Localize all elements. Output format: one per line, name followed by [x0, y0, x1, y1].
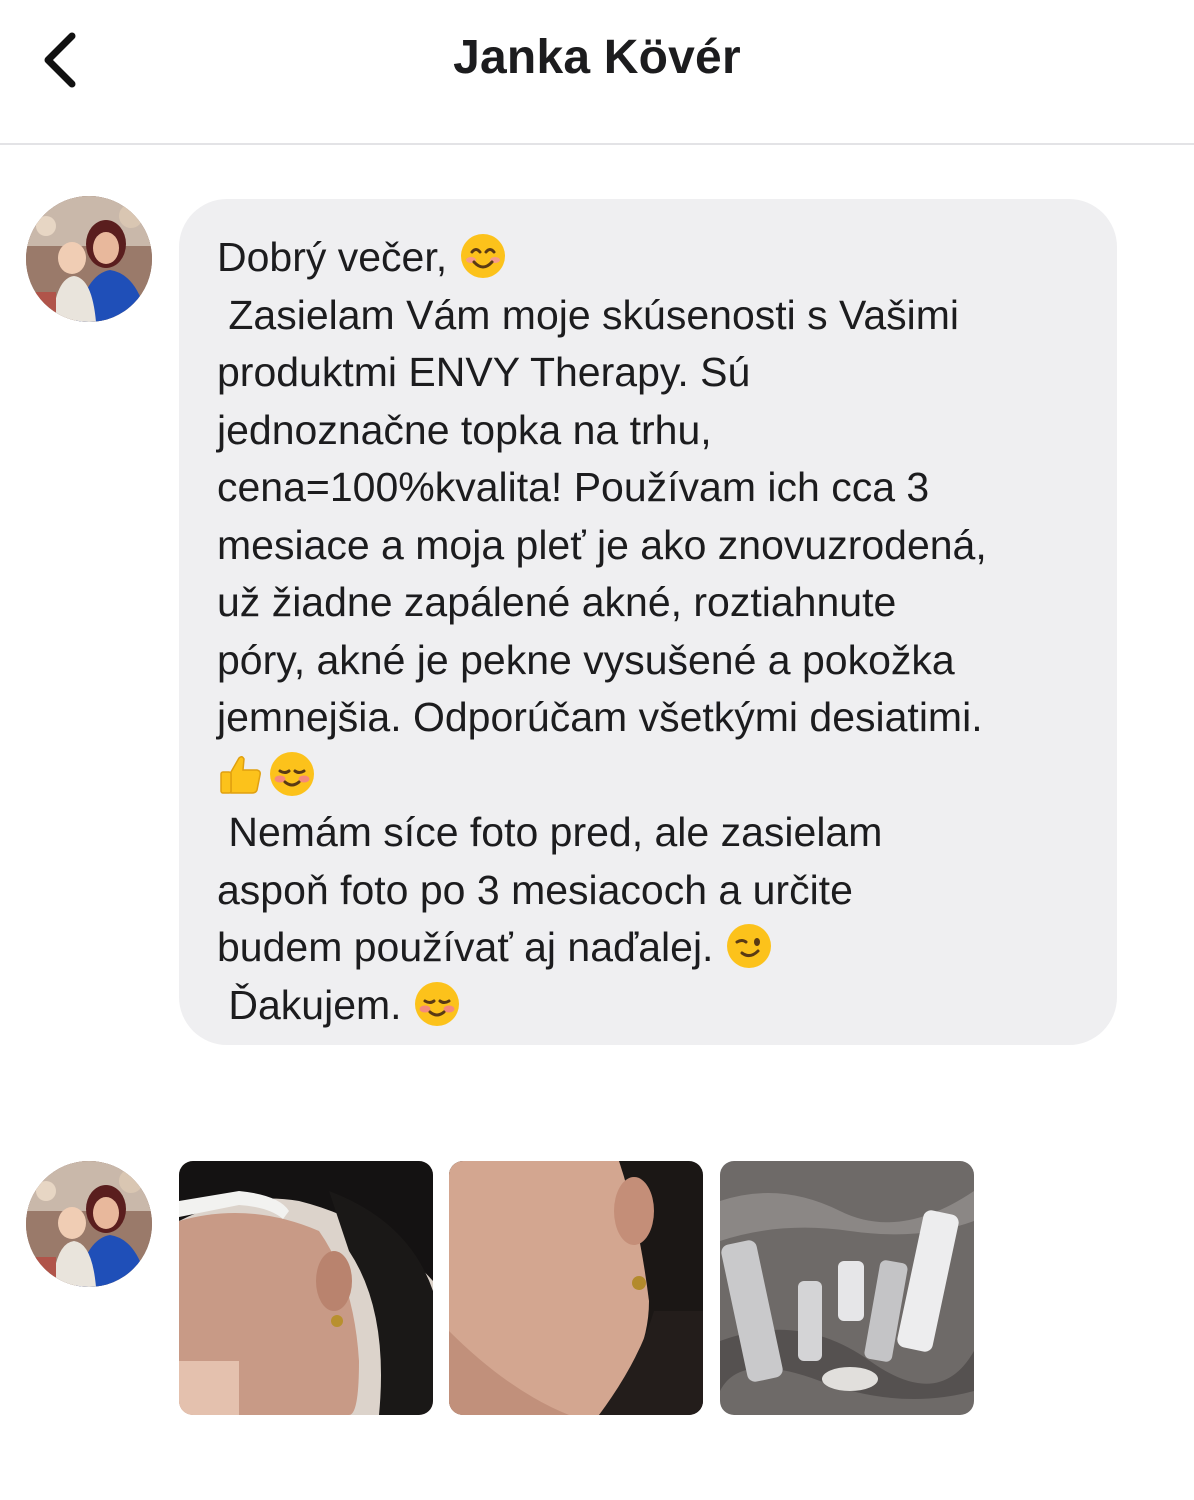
message-line: cena=100%kvalita! Používam ich cca 3 [217, 464, 930, 510]
blushing-face-icon [413, 980, 461, 1028]
message-line: Zasielam Vám moje skúsenosti s Vašimi [217, 291, 960, 338]
message-line: budem používať aj naďalej. [217, 919, 1087, 977]
message-line: Dobrý večer, [217, 229, 1087, 287]
message-line: jednoznačne topka na trhu, [217, 406, 712, 453]
avatar[interactable] [26, 1161, 152, 1287]
message-line: produktmi ENVY Therapy. Sú [217, 349, 751, 395]
message-bubble[interactable]: Dobrý večer, Zasielam Vám moje skúsenost… [179, 199, 1117, 1045]
products-photo [720, 1161, 974, 1415]
message-line: Ďakujem. [217, 977, 1087, 1035]
message-line: mesiace a moja pleť je ako znovuzrodená, [217, 521, 987, 568]
thumbs-up-icon [217, 750, 265, 798]
smiling-face-icon [459, 232, 507, 280]
message-line: póry, akné je pekne vysušené a pokožka [217, 636, 955, 683]
photo-attachment[interactable] [720, 1161, 974, 1415]
avatar-photo [26, 196, 152, 322]
contact-name: Janka Kövér [453, 31, 741, 84]
blushing-face-icon [268, 750, 316, 798]
photo-attachment[interactable] [179, 1161, 433, 1415]
message-line [217, 747, 1087, 805]
message-line: Nemám síce foto pred, ale zasielam [217, 809, 883, 855]
skin-closeup-photo [449, 1161, 703, 1415]
message-line: už žiadne zapálené akné, roztiahnute [217, 579, 897, 625]
conversation-header: Janka Kövér [0, 0, 1194, 145]
face-profile-photo [179, 1161, 433, 1415]
photo-attachment[interactable] [449, 1161, 703, 1415]
message-line: aspoň foto po 3 mesiacoch a určite [217, 866, 853, 913]
winking-face-icon [725, 922, 773, 970]
message-line: jemnejšia. Odporúčam všetkými desiatimi. [217, 694, 983, 740]
avatar[interactable] [26, 196, 152, 322]
avatar-photo [26, 1161, 152, 1287]
